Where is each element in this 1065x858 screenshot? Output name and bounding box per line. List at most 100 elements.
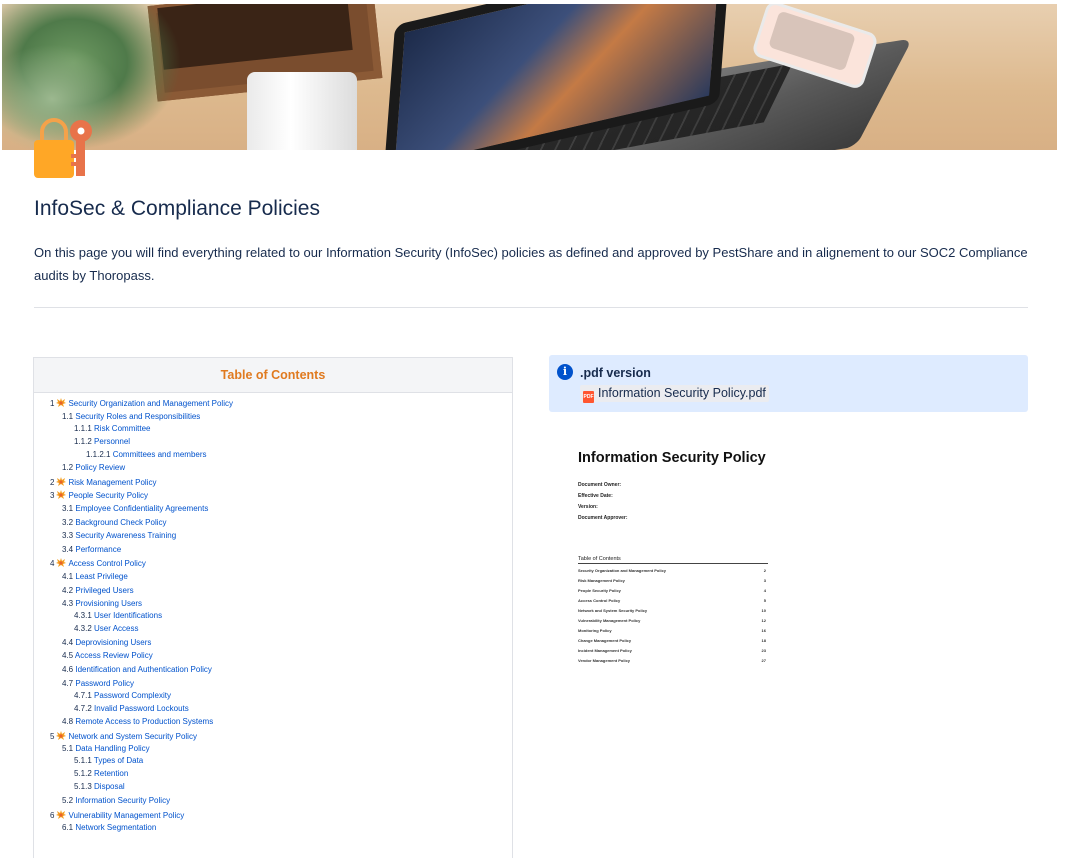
toc-item-label: Security Organization and Management Pol… [68,399,233,408]
toc-item[interactable]: 1.1 Security Roles and Responsibilities [62,412,200,422]
toc-item[interactable]: 4.4 Deprovisioning Users [62,638,151,648]
toc-item[interactable]: 3.4 Performance [62,545,121,555]
toc-item[interactable]: 4.8 Remote Access to Production Systems [62,717,213,727]
toc-item[interactable]: 6 Vulnerability Management Policy [50,809,184,821]
toc-item[interactable]: 1.2 Policy Review [62,463,125,473]
pdf-toc-row-label: Vulnerability Management Policy [578,618,641,623]
toc-item-number: 5.1.3 [74,782,92,792]
toc-item[interactable]: 4.7.2 Invalid Password Lockouts [74,704,189,714]
toc-item[interactable]: 2 Risk Management Policy [50,476,157,488]
pdf-toc-row-label: Incident Management Policy [578,648,632,653]
toc-item-label: Password Policy [75,678,135,688]
toc-item-number: 6.1 [62,823,74,833]
pdf-toc-row-page: 16 [761,628,766,633]
toc-item-number: 4.6 [62,665,74,674]
toc-item-number: 1.1.2.1 [86,449,111,459]
toc-item-label: Policy Review [75,463,126,473]
toc-item[interactable]: 5.1 Data Handling Policy [62,744,150,754]
lock-key-icon[interactable] [34,118,96,180]
info-icon: i [557,364,573,380]
pdf-toc-row-label: Access Control Policy [578,598,621,603]
toc-item[interactable]: 1.1.2.1 Committees and members [86,450,207,460]
pdf-attachment-link[interactable]: PDF Information Security Policy.pdf [580,385,769,403]
pdf-meta-owner: Document Owner: [578,482,622,488]
pdf-toc-row-label: Monitoring Policy [578,628,612,633]
toc-item-number: 4 [50,559,55,569]
pdf-toc-row-label: Change Management Policy [578,638,632,643]
toc-item-label: Privileged Users [75,585,134,595]
pdf-toc-row-page: 10 [761,608,766,613]
toc-item-label: Network and System Security Policy [68,731,197,741]
pdf-toc-row-page: 4 [763,588,766,593]
pdf-toc-row-label: Network and System Security Policy [578,608,648,613]
toc-item[interactable]: 1 Security Organization and Management Po… [50,398,233,409]
toc-item[interactable]: 4.3.2 User Access [74,624,139,634]
toc-item[interactable]: 4.7.1 Password Complexity [74,691,171,701]
toc-item-number: 4.3 [62,599,74,609]
toc-item-number: 4.7.2 [74,703,92,713]
pdf-toc-row: Change Management Policy 18 [578,638,768,643]
toc-item-number: 4.7 [62,678,74,688]
pdf-toc-row-page: 18 [761,638,766,643]
toc-item[interactable]: 4.3.1 User Identifications [74,611,162,621]
toc-item[interactable]: 1.1.1 Risk Committee [74,424,150,434]
toc-item-number: 4.3.1 [74,611,92,621]
toc-item-label: Information Security Policy [75,796,171,805]
toc-item-label: Employee Confidentiality Agreements [75,504,209,513]
toc-item[interactable]: 4.3 Provisioning Users [62,599,142,609]
toc-item-number: 3.1 [62,504,74,513]
toc-item[interactable]: 4 Access Control Policy [50,558,146,569]
toc-item-label: People Security Policy [68,491,149,501]
info-panel-title: .pdf version [580,366,651,380]
toc-item[interactable]: 3.3 Security Awareness Training [62,531,176,541]
toc-item[interactable]: 4.7 Password Policy [62,679,134,689]
toc-item-number: 3.3 [62,531,74,541]
toc-item-label: Types of Data [93,756,144,766]
toc-item[interactable]: 5.1.3 Disposal [74,782,125,792]
toc-item-number: 5.1.2 [74,769,92,779]
toc-item-number: 2 [50,477,55,487]
toc-item-number: 3.2 [62,517,74,527]
toc-item[interactable]: 4.1 Least Privilege [62,572,128,582]
toc-item-label: Risk Committee [94,423,151,433]
toc-heading: Table of Contents [34,358,512,393]
pdf-toc-rule [578,563,768,564]
pdf-toc-row: Incident Management Policy 23 [578,648,768,653]
toc-item-label: Performance [75,544,122,554]
toc-item[interactable]: 6.1 Network Segmentation [62,823,156,833]
toc-item[interactable]: 4.6 Identification and Authentication Po… [62,665,212,675]
toc-item[interactable]: 5.1.2 Retention [74,769,128,779]
toc-item[interactable]: 4.2 Privileged Users [62,586,134,596]
toc-item[interactable]: 4.5 Access Review Policy [62,651,153,661]
toc-item[interactable]: 1.1.2 Personnel [74,437,130,447]
toc-item-number: 4.8 [62,717,74,727]
toc-item-label: Invalid Password Lockouts [94,703,189,713]
toc-item-number: 5.1 [62,744,74,754]
pdf-toc-row: People Security Policy 4 [578,588,768,593]
flame-icon [56,730,67,740]
toc-item-number: 1.1 [62,411,74,421]
info-panel: i .pdf version PDF Information Security P… [549,355,1028,412]
toc-item[interactable]: 5 Network and System Security Policy [50,730,197,742]
pdf-toc-row: Network and System Security Policy 10 [578,608,768,613]
toc-item-number: 4.4 [62,637,74,647]
toc-item[interactable]: 5.1.1 Types of Data [74,756,143,766]
toc-item-number: 1.1.2 [74,436,92,446]
pdf-toc-row-label: Vendor Management Policy [578,658,631,663]
toc-item-label: Deprovisioning Users [75,637,152,647]
toc-item-label: Disposal [94,782,125,792]
toc-item-number: 4.3.2 [74,624,92,634]
toc-item-label: Background Check Policy [75,517,167,527]
toc-item[interactable]: 3.1 Employee Confidentiality Agreements [62,504,208,514]
pdf-toc-row-page: 12 [761,618,766,623]
toc-item-number: 4.2 [62,585,74,595]
toc-item[interactable]: 3 People Security Policy [50,490,148,501]
toc-item-number: 6 [50,810,55,820]
pdf-preview[interactable]: Information Security Policy Document Own… [570,440,780,670]
pdf-toc-row-label: Security Organization and Management Pol… [578,568,667,573]
pdf-meta-approver: Document Approver: [578,515,628,521]
toc-item[interactable]: 5.2 Information Security Policy [62,796,170,806]
flame-icon [56,490,67,500]
toc-item[interactable]: 3.2 Background Check Policy [62,518,167,528]
flame-icon [56,558,67,568]
